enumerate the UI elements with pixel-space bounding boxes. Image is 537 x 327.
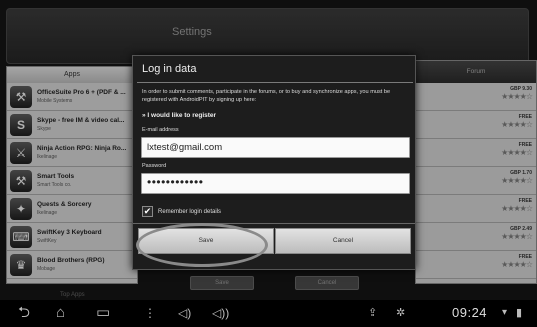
volume-up-icon[interactable]: ◁)) (212, 304, 229, 322)
save-highlight-circle (136, 223, 268, 267)
cancel-button[interactable]: Cancel (275, 228, 411, 254)
menu-icon[interactable]: ⋮ (144, 304, 156, 322)
checkmark-icon: ✔ (143, 206, 152, 216)
title-divider (137, 82, 413, 83)
remember-label: Remember login details (158, 208, 222, 215)
remember-checkbox[interactable]: ✔ (142, 206, 153, 217)
android-debug-icon: ✲ (396, 307, 406, 319)
volume-down-icon[interactable]: ◁) (178, 304, 191, 322)
wifi-icon: ▾ (502, 307, 508, 318)
dialog-title: Log in data (142, 63, 197, 75)
remember-login-option[interactable]: ✔ Remember login details (142, 206, 221, 217)
register-link[interactable]: » I would like to register (142, 112, 216, 119)
back-icon[interactable]: ⮌ (18, 304, 30, 322)
home-icon[interactable]: ⌂ (56, 304, 65, 322)
usb-icon: ⇪ (368, 307, 378, 319)
status-clock: 09:24 (452, 305, 488, 320)
password-label: Password (142, 163, 167, 169)
system-navigation-bar: ⮌ ⌂ ▭ ⋮ ◁) ◁)) ⇪ ✲ 09:24 ▾ ▮ (0, 300, 537, 327)
battery-icon: ▮ (516, 307, 523, 319)
registration-info-text: In order to submit comments, participate… (142, 89, 391, 103)
email-field[interactable]: lxtest@gmail.com (141, 137, 410, 158)
password-field[interactable]: •••••••••••• (141, 173, 410, 194)
recent-apps-icon[interactable]: ▭ (96, 304, 110, 322)
email-label: E-mail address (142, 127, 179, 133)
